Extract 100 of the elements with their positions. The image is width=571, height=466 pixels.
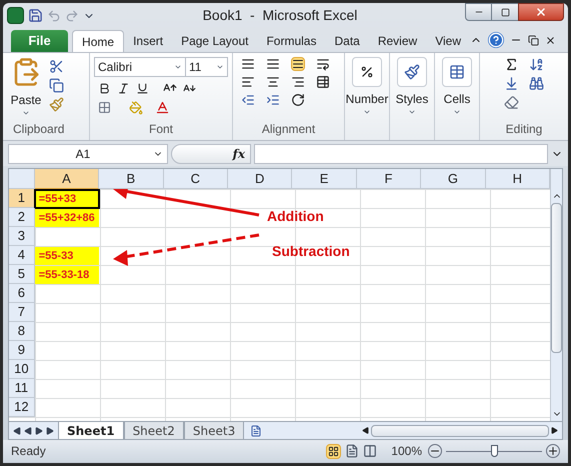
font-size-field[interactable]: 11 [186, 57, 228, 77]
top-align-icon[interactable] [241, 57, 255, 71]
column-header[interactable]: C [164, 169, 228, 189]
minimize-button[interactable] [465, 3, 492, 21]
font-name-field[interactable]: Calibri [94, 57, 186, 77]
next-sheet-icon[interactable] [35, 426, 43, 434]
insert-function-button[interactable]: fx [232, 144, 245, 162]
table-cell[interactable]: =55+33 [34, 190, 100, 208]
ribbon-button[interactable]: Styles [396, 57, 428, 116]
group-label: Clipboard [12, 121, 66, 138]
column-header[interactable]: B [99, 169, 164, 189]
ribbon-tab[interactable]: Page Layout [172, 30, 258, 52]
group-label: Alignment [262, 121, 316, 138]
normal-view-icon[interactable] [326, 444, 342, 458]
restore-workbook-icon[interactable] [528, 34, 539, 46]
name-box[interactable]: A1 [8, 144, 168, 164]
orientation-icon[interactable] [291, 93, 305, 107]
merge-icon[interactable] [316, 75, 330, 89]
close-workbook-icon[interactable] [545, 34, 556, 46]
zoom-in-icon[interactable] [546, 444, 560, 458]
close-icon [535, 6, 547, 18]
ribbon-tab[interactable]: Insert [124, 30, 172, 52]
row-header[interactable]: 3 [9, 227, 35, 246]
table-icon [449, 64, 465, 80]
font-color-icon[interactable] [155, 100, 170, 115]
maximize-button[interactable] [492, 3, 518, 21]
scroll-right-icon [551, 427, 558, 434]
increase-indent-icon[interactable] [266, 93, 280, 107]
column-header[interactable]: A [34, 169, 100, 189]
clear-icon[interactable] [504, 95, 519, 110]
italic-icon[interactable] [117, 82, 130, 94]
caret-icon [408, 108, 416, 116]
ribbon-tab[interactable]: Home [72, 30, 124, 52]
column-header[interactable]: F [356, 169, 422, 189]
wrap-text-icon[interactable] [316, 57, 330, 71]
annotation-label: Subtraction [272, 242, 350, 261]
zoom-slider-thumb[interactable] [491, 444, 498, 456]
find-icon[interactable] [529, 76, 544, 91]
row-header[interactable]: 10 [9, 360, 35, 379]
borders-icon[interactable] [98, 101, 111, 114]
vertical-scroll-thumb[interactable] [551, 203, 562, 353]
paste-button[interactable]: Paste [9, 57, 43, 120]
row-header[interactable]: 4 [9, 246, 35, 265]
ribbon-tab[interactable]: View [426, 30, 470, 52]
ribbon-tab[interactable]: Data [325, 30, 369, 52]
previous-sheet-icon[interactable] [24, 426, 32, 434]
row-header[interactable]: 12 [9, 398, 35, 417]
middle-align-icon[interactable] [266, 57, 280, 71]
underline-icon[interactable] [136, 82, 149, 94]
formula-input[interactable] [254, 144, 548, 164]
sheet-tab[interactable]: Sheet1 [58, 422, 124, 440]
column-header[interactable]: G [421, 169, 486, 189]
file-tab[interactable]: File [11, 30, 68, 52]
row-header[interactable]: 5 [9, 265, 35, 284]
last-sheet-icon[interactable] [46, 426, 54, 434]
row-header[interactable]: 8 [9, 322, 35, 341]
cut-icon[interactable] [49, 59, 64, 74]
percent-icon [360, 65, 374, 79]
align-center-icon[interactable] [266, 75, 280, 89]
sort-filter-icon[interactable] [529, 57, 544, 72]
table-cell[interactable]: =55+32+86 [34, 209, 100, 227]
status-text: Ready [11, 443, 46, 460]
close-button[interactable] [518, 3, 564, 21]
decrease-indent-icon[interactable] [241, 93, 255, 107]
page-break-view-icon[interactable] [363, 444, 378, 458]
first-sheet-icon[interactable] [13, 426, 21, 434]
zoom-out-icon[interactable] [428, 444, 442, 458]
autosum-icon[interactable] [504, 57, 519, 72]
caret-icon [363, 108, 371, 116]
bold-icon[interactable] [98, 82, 111, 94]
row-header[interactable]: 2 [9, 208, 35, 227]
ribbon-button[interactable]: Number [346, 57, 388, 116]
format-painter-icon[interactable] [49, 97, 64, 112]
table-cell[interactable]: =55-33-18 [34, 266, 100, 284]
row-header[interactable]: 1 [9, 189, 35, 208]
caret-icon [174, 63, 182, 71]
window-title: Book1 - Microsoft Excel [202, 6, 358, 25]
sheet-tab[interactable]: Sheet3 [184, 422, 244, 440]
fill-color-icon[interactable] [129, 100, 143, 114]
copy-icon[interactable] [49, 78, 64, 93]
ribbon-tab[interactable]: Formulas [257, 30, 326, 52]
sheet-tab[interactable]: Sheet2 [124, 422, 184, 440]
column-header[interactable]: E [292, 169, 357, 189]
row-header[interactable]: 11 [9, 379, 35, 398]
page-layout-view-icon[interactable] [345, 444, 360, 458]
align-right-icon[interactable] [291, 75, 305, 89]
row-header[interactable]: 7 [9, 303, 35, 322]
fill-icon[interactable] [504, 76, 519, 91]
help-icon[interactable] [488, 32, 504, 48]
ribbon-tab[interactable]: Review [368, 30, 426, 52]
row-header[interactable]: 6 [9, 284, 35, 303]
table-cell[interactable]: =55-33 [34, 247, 100, 265]
align-left-icon[interactable] [241, 75, 255, 89]
insert-sheet-icon[interactable] [250, 424, 262, 436]
row-header[interactable]: 9 [9, 341, 35, 360]
column-header[interactable]: H [486, 169, 550, 189]
save-icon[interactable] [28, 8, 43, 23]
column-header[interactable]: D [228, 169, 292, 189]
bottom-align-icon[interactable] [291, 57, 305, 71]
annotation-label: Addition [267, 207, 324, 226]
